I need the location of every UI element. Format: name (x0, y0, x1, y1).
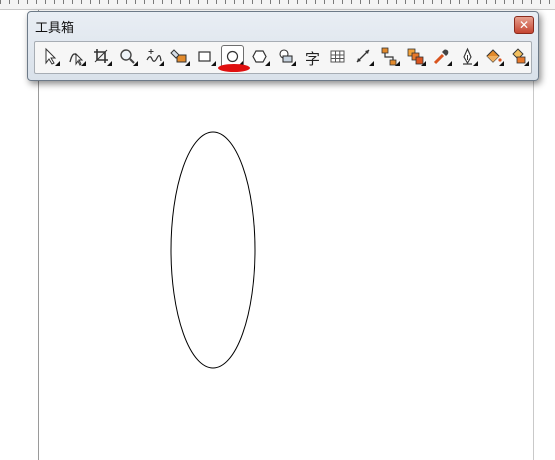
dimension-tool-button[interactable] (352, 45, 375, 68)
flyout-arrow-icon (107, 61, 112, 66)
flyout-arrow-icon (421, 61, 426, 66)
shape-tool-button[interactable] (64, 45, 87, 68)
flyout-arrow-icon (473, 61, 478, 66)
flyout-arrow-icon (291, 61, 296, 66)
tool-strip: 字 (34, 41, 532, 74)
toolbox-title: 工具箱 (35, 21, 75, 36)
rectangle-tool-button[interactable] (194, 45, 217, 68)
polygon-tool-button[interactable] (248, 45, 271, 68)
blend-tool-button[interactable] (404, 45, 427, 68)
flyout-arrow-icon (159, 61, 164, 66)
flyout-arrow-icon (499, 61, 504, 66)
fill-tool-button[interactable] (482, 45, 505, 68)
table-grid-icon (330, 50, 345, 63)
flyout-arrow-icon (395, 61, 400, 66)
drawn-ellipse[interactable] (170, 131, 256, 369)
freehand-tool-button[interactable] (142, 45, 165, 68)
toolbox-titlebar[interactable]: 工具箱 ✕ (28, 12, 538, 37)
close-button[interactable]: ✕ (514, 16, 534, 34)
flyout-arrow-icon (524, 61, 529, 66)
outline-tool-button[interactable] (456, 45, 479, 68)
basic-shapes-tool-button[interactable] (274, 45, 297, 68)
eyedropper-tool-button[interactable] (430, 45, 453, 68)
smart-fill-tool-button[interactable] (168, 45, 191, 68)
flyout-arrow-icon (265, 61, 270, 66)
crop-tool-button[interactable] (90, 45, 113, 68)
text-tool-button[interactable]: 字 (300, 45, 323, 68)
zoom-tool-button[interactable] (116, 45, 139, 68)
text-icon: 字 (304, 50, 320, 68)
flyout-arrow-icon (55, 61, 60, 66)
flyout-arrow-icon (211, 61, 216, 66)
highlight-mark (218, 64, 250, 72)
pick-tool-button[interactable] (38, 45, 61, 68)
flyout-arrow-icon (369, 61, 374, 66)
toolbox-panel[interactable]: 工具箱 ✕ 字 (27, 11, 539, 81)
flyout-arrow-icon (133, 61, 138, 66)
table-tool-button[interactable] (326, 45, 349, 68)
flyout-arrow-icon (185, 61, 190, 66)
flyout-arrow-icon (81, 61, 86, 66)
interactive-fill-tool-button[interactable] (507, 45, 530, 68)
flyout-arrow-icon (447, 61, 452, 66)
connector-tool-button[interactable] (378, 45, 401, 68)
